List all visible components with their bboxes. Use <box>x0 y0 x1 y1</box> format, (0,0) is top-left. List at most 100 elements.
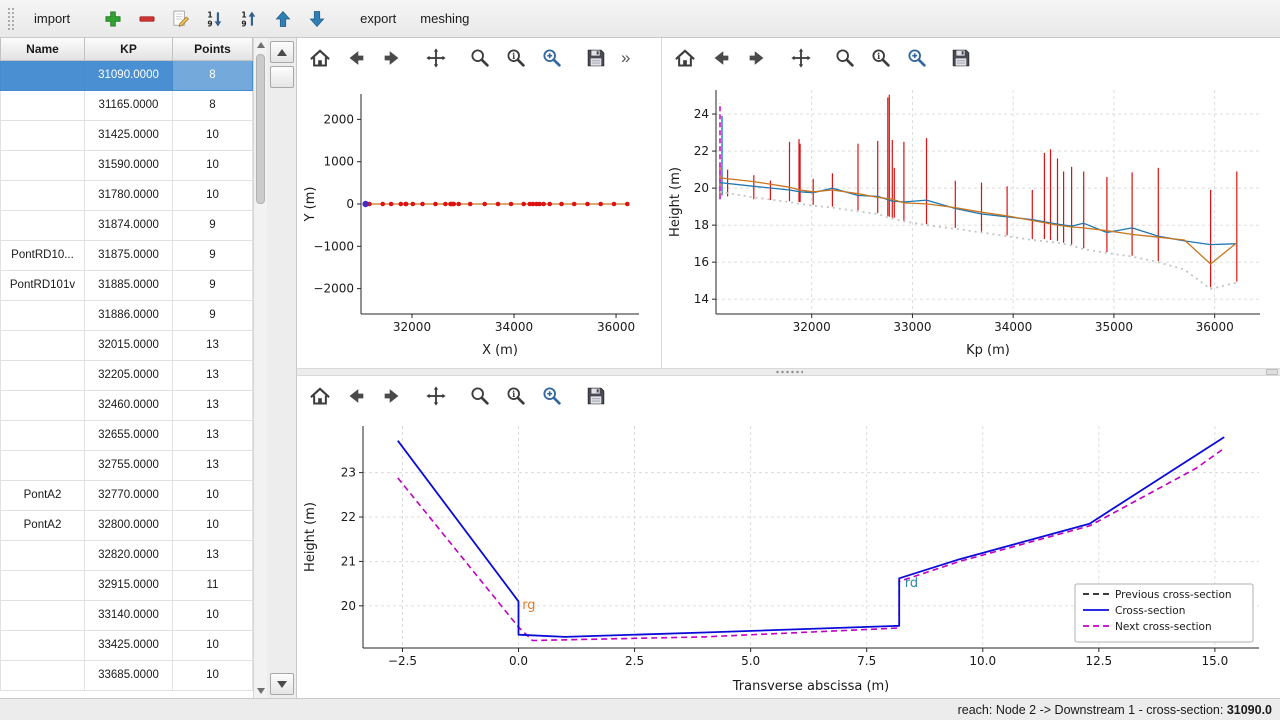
application-window: import 19 19 export meshing <box>0 0 1280 720</box>
horizontal-splitter[interactable] <box>297 368 1280 376</box>
zoom-info-button[interactable]: i <box>499 380 533 412</box>
table-row[interactable]: PontRD10...31875.00009 <box>1 240 253 270</box>
forward-button[interactable] <box>740 42 774 74</box>
add-cross-section-button[interactable] <box>98 5 128 33</box>
table-scrollbar-thumb[interactable] <box>256 54 265 204</box>
table-row[interactable]: 31886.00009 <box>1 300 253 330</box>
table-row[interactable]: PontRD101v31885.00009 <box>1 270 253 300</box>
toolbar-overflow-chevron[interactable]: » <box>617 48 634 68</box>
table-scrollbar[interactable] <box>253 38 267 698</box>
move-up-button[interactable] <box>268 5 298 33</box>
name-cell <box>1 60 85 90</box>
plan-view-chart[interactable]: 320003400036000−2000−1000010002000X (m)Y… <box>301 78 653 360</box>
sort-descending-button[interactable]: 19 <box>234 5 264 33</box>
zoom-button[interactable] <box>463 380 497 412</box>
pan-button[interactable] <box>784 42 818 74</box>
scrollbar-down-arrow-icon[interactable] <box>257 688 265 694</box>
table-row[interactable]: 32460.000013 <box>1 390 253 420</box>
edit-pencil-icon <box>171 9 191 29</box>
kp-cell: 32015.0000 <box>85 330 173 360</box>
points-cell: 10 <box>173 660 253 690</box>
table-row[interactable]: 31780.000010 <box>1 180 253 210</box>
annotation-rg: rg <box>522 598 535 613</box>
marker-cross-section-markers <box>559 202 564 207</box>
move-down-button[interactable] <box>302 5 332 33</box>
table-row[interactable]: 33140.000010 <box>1 600 253 630</box>
save-button[interactable] <box>944 42 978 74</box>
table-row[interactable]: 32915.000011 <box>1 570 253 600</box>
forward-button[interactable] <box>375 380 409 412</box>
table-row[interactable]: 32820.000013 <box>1 540 253 570</box>
table-row[interactable]: 31590.000010 <box>1 150 253 180</box>
back-icon <box>345 385 367 407</box>
column-header-kp[interactable]: KP <box>85 38 173 60</box>
pan-button[interactable] <box>419 42 453 74</box>
table-row[interactable]: PontA232770.000010 <box>1 480 253 510</box>
home-button[interactable] <box>668 42 702 74</box>
save-button[interactable] <box>579 380 613 412</box>
zoom-info-button[interactable]: i <box>864 42 898 74</box>
table-row[interactable]: 31874.00009 <box>1 210 253 240</box>
svg-text:−1000: −1000 <box>313 239 354 253</box>
pan-icon <box>425 47 447 69</box>
zoom-button[interactable] <box>463 42 497 74</box>
zoom-plus-button[interactable] <box>535 380 569 412</box>
table-row[interactable]: 33685.000010 <box>1 660 253 690</box>
zoom-plus-button[interactable] <box>535 42 569 74</box>
table-row[interactable]: 32655.000013 <box>1 420 253 450</box>
scrollbar-up-arrow-icon[interactable] <box>257 42 265 48</box>
svg-text:35000: 35000 <box>1095 320 1133 334</box>
zoom-button[interactable] <box>828 42 862 74</box>
back-button[interactable] <box>704 42 738 74</box>
edit-cross-section-button[interactable] <box>166 5 196 33</box>
sort-ascending-button[interactable]: 19 <box>200 5 230 33</box>
svg-text:10.0: 10.0 <box>969 654 996 668</box>
profile-plot-toolbar: i <box>662 38 1280 78</box>
home-button[interactable] <box>303 380 337 412</box>
back-button[interactable] <box>339 42 373 74</box>
remove-cross-section-button[interactable] <box>132 5 162 33</box>
zoom-info-icon: i <box>505 47 527 69</box>
forward-button[interactable] <box>375 42 409 74</box>
save-button[interactable] <box>579 42 613 74</box>
home-button[interactable] <box>303 42 337 74</box>
column-header-points[interactable]: Points <box>173 38 253 60</box>
import-button[interactable]: import <box>24 5 80 32</box>
back-button[interactable] <box>339 380 373 412</box>
marker-cross-section-markers <box>420 202 425 207</box>
column-header-name[interactable]: Name <box>1 38 85 60</box>
svg-text:Next cross-section: Next cross-section <box>1115 621 1212 633</box>
table-row[interactable]: 32205.000013 <box>1 360 253 390</box>
export-button[interactable]: export <box>350 5 406 32</box>
meshing-button[interactable]: meshing <box>410 5 479 32</box>
table-row[interactable]: PontA232800.000010 <box>1 510 253 540</box>
pan-button[interactable] <box>419 380 453 412</box>
series-thalweg <box>720 192 1237 289</box>
points-cell: 10 <box>173 600 253 630</box>
panel-scroll-up-button[interactable] <box>270 41 294 63</box>
marker-cross-section-markers <box>482 202 487 207</box>
table-row[interactable]: 31165.00008 <box>1 90 253 120</box>
minus-icon <box>137 9 157 29</box>
plots-area: i» 320003400036000−2000−1000010002000X (… <box>297 38 1280 698</box>
table-row[interactable]: 32755.000013 <box>1 450 253 480</box>
panel-scroll-down-button[interactable] <box>270 673 294 695</box>
cross-section-chart[interactable]: rgrd−2.50.02.55.07.510.012.515.020212223… <box>301 416 1273 696</box>
table-row[interactable]: 32015.000013 <box>1 330 253 360</box>
zoom-info-button[interactable]: i <box>499 42 533 74</box>
table-row[interactable]: 31090.00008 <box>1 60 253 90</box>
points-cell: 13 <box>173 330 253 360</box>
name-cell: PontA2 <box>1 510 85 540</box>
panel-scrollbar-thumb[interactable] <box>270 66 294 88</box>
svg-text:0: 0 <box>346 197 354 211</box>
marker-cross-section-markers <box>456 202 461 207</box>
zoom-plus-button[interactable] <box>900 42 934 74</box>
table-row[interactable]: 31425.000010 <box>1 120 253 150</box>
svg-text:Previous cross-section: Previous cross-section <box>1115 589 1232 601</box>
kp-cell: 31875.0000 <box>85 240 173 270</box>
table-row[interactable]: 33425.000010 <box>1 630 253 660</box>
name-cell: PontRD101v <box>1 270 85 300</box>
up-triangle-icon <box>277 49 287 56</box>
profile-chart[interactable]: 3200033000340003500036000141618202224Kp … <box>666 78 1276 360</box>
forward-icon <box>746 47 768 69</box>
